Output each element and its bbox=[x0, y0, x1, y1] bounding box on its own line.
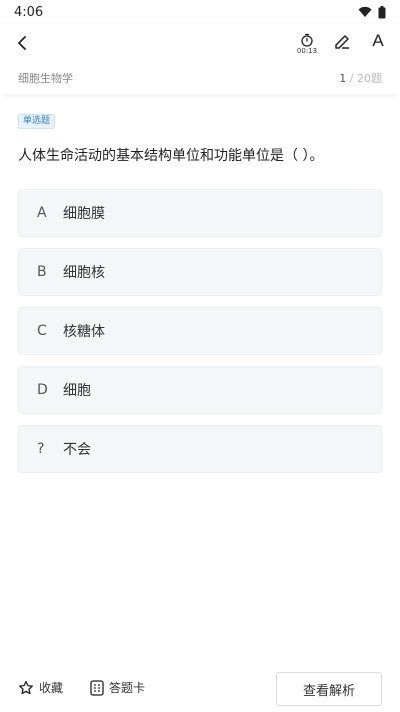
bottom-toolbar: 收藏 答题卡 查看解析 bbox=[0, 670, 400, 712]
favorite-button[interactable]: 收藏 bbox=[18, 679, 63, 696]
question-type-badge: 单选题 bbox=[18, 114, 56, 129]
answer-card-button[interactable]: 答题卡 bbox=[90, 679, 145, 696]
back-arrow-icon[interactable] bbox=[12, 32, 34, 54]
star-icon bbox=[19, 680, 33, 694]
question-text: 人体生命活动的基本结构单位和功能单位是（ ）。 bbox=[18, 148, 324, 164]
option-text: 细胞核 bbox=[63, 265, 105, 281]
answer-card-label: 答题卡 bbox=[109, 681, 146, 695]
option-key: D bbox=[37, 382, 48, 398]
option-key: C bbox=[37, 323, 47, 339]
stopwatch-icon bbox=[301, 33, 313, 47]
header: 00:13 A 细胞生物学 1 / 20题 bbox=[0, 24, 400, 94]
option-text: 细胞 bbox=[63, 383, 91, 399]
timer-readout: 00:13 bbox=[296, 47, 318, 55]
timer-button[interactable]: 00:13 bbox=[296, 32, 318, 58]
subject-title: 细胞生物学 bbox=[18, 72, 73, 85]
pencil-icon[interactable] bbox=[333, 33, 351, 51]
option-d[interactable]: D 细胞 bbox=[18, 366, 382, 414]
status-bar: 4:06 bbox=[0, 0, 400, 24]
option-c[interactable]: C 核糖体 bbox=[18, 307, 382, 355]
status-icons bbox=[358, 5, 386, 19]
progress-total: / 20题 bbox=[346, 72, 382, 85]
option-a[interactable]: A 细胞膜 bbox=[18, 189, 382, 237]
option-key: A bbox=[37, 205, 47, 221]
option-text: 核糖体 bbox=[63, 324, 105, 340]
status-time: 4:06 bbox=[14, 4, 44, 20]
option-key: ? bbox=[37, 441, 45, 457]
option-b[interactable]: B 细胞核 bbox=[18, 248, 382, 296]
battery-icon bbox=[378, 5, 386, 18]
answer-card-icon bbox=[90, 679, 104, 696]
question-progress: 1 / 20题 bbox=[339, 70, 382, 86]
option-text: 不会 bbox=[63, 442, 91, 458]
option-dont-know[interactable]: ? 不会 bbox=[18, 425, 382, 473]
option-text: 细胞膜 bbox=[63, 206, 105, 222]
view-analysis-button[interactable]: 查看解析 bbox=[276, 672, 382, 706]
wifi-icon bbox=[358, 6, 372, 17]
favorite-label: 收藏 bbox=[39, 681, 64, 695]
font-size-button[interactable]: A bbox=[368, 30, 388, 52]
option-key: B bbox=[37, 264, 47, 280]
